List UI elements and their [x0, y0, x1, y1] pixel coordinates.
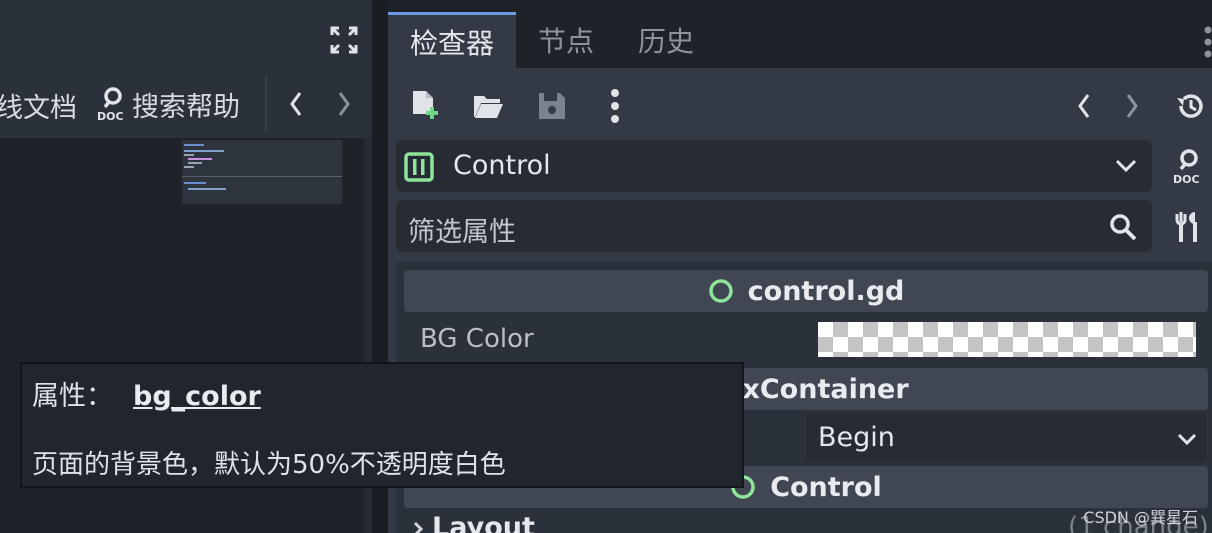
- folder-open-icon: [474, 96, 503, 118]
- svg-text:DOC: DOC: [1173, 173, 1200, 186]
- node-type-value: Control: [453, 150, 551, 181]
- script-circle-icon: [708, 279, 733, 303]
- tab-inspector[interactable]: 检查器: [388, 12, 516, 68]
- tools-icon: [1175, 212, 1197, 242]
- section-title: Control: [770, 471, 882, 503]
- history-back-button[interactable]: [280, 86, 312, 122]
- svg-text:DOC: DOC: [97, 110, 124, 122]
- history-icon: [1177, 94, 1203, 118]
- tooltip-description: 页面的背景色，默认为50%不透明度白色: [32, 450, 506, 480]
- section-title: control.gd: [747, 275, 905, 307]
- code-minimap[interactable]: [182, 140, 342, 204]
- chevron-right-icon: [413, 521, 424, 533]
- recent-history-button[interactable]: [1170, 86, 1208, 126]
- tooltip-prefix: 属性：: [32, 381, 113, 412]
- filter-placeholder: 筛选属性: [408, 217, 516, 248]
- doc-search-icon: DOC: [1173, 149, 1200, 186]
- node-type-select[interactable]: Control: [396, 140, 1152, 192]
- distraction-free-toggle[interactable]: [326, 22, 362, 58]
- inspector-back-button[interactable]: [1068, 86, 1100, 126]
- bg-color-picker[interactable]: [818, 322, 1196, 357]
- expand-icon: [330, 26, 358, 54]
- tab-node-label: 节点: [537, 25, 594, 58]
- online-docs-button[interactable]: 线文档: [0, 86, 77, 125]
- search-help-button[interactable]: DOC 搜索帮助: [96, 84, 240, 124]
- search-help-label: 搜索帮助: [132, 91, 240, 123]
- inspector-tools-button[interactable]: [1168, 206, 1208, 248]
- chevron-right-icon: [338, 92, 350, 116]
- chevron-down-icon: [1177, 433, 1197, 446]
- tab-node[interactable]: 节点: [516, 12, 616, 68]
- alignment-select[interactable]: Begin: [806, 414, 1206, 462]
- tooltip-property-name: bg_color: [133, 381, 261, 412]
- open-docs-button[interactable]: DOC: [1168, 146, 1208, 188]
- tab-history-label: 历史: [637, 25, 694, 58]
- open-resource-button[interactable]: [470, 86, 506, 126]
- doc-search-icon: DOC: [97, 87, 124, 122]
- new-file-icon: [413, 91, 438, 119]
- tab-history[interactable]: 历史: [616, 12, 716, 68]
- chevron-right-icon: [1126, 94, 1138, 118]
- online-docs-label: 线文档: [0, 93, 77, 124]
- alignment-value: Begin: [818, 422, 895, 453]
- prop-label-bg-color: BG Color: [420, 324, 534, 354]
- search-icon: [1110, 214, 1137, 241]
- filter-properties-input[interactable]: 筛选属性: [396, 200, 1152, 252]
- inspector-forward-button[interactable]: [1116, 86, 1148, 126]
- chevron-down-icon: [1115, 159, 1137, 173]
- save-resource-button[interactable]: [534, 86, 570, 126]
- chevron-left-icon: [1078, 94, 1090, 118]
- tab-inspector-label: 检查器: [409, 26, 494, 60]
- chevron-left-icon: [290, 92, 302, 116]
- history-forward-button[interactable]: [328, 86, 360, 122]
- section-script-control-gd[interactable]: control.gd: [404, 270, 1208, 312]
- new-resource-button[interactable]: [406, 86, 442, 126]
- dots-vertical-icon: [1204, 26, 1212, 58]
- control-node-icon: [404, 152, 434, 182]
- toolbar-separator: [265, 76, 267, 130]
- tooltip-heading: 属性： bg_color: [32, 374, 261, 413]
- layout-group-label: Layout: [432, 512, 535, 533]
- dots-vertical-icon: [611, 89, 619, 123]
- save-icon: [539, 93, 565, 119]
- watermark: CSDN @巽星石: [1083, 508, 1198, 527]
- resource-menu-button[interactable]: [600, 86, 630, 126]
- script-editor-header: [0, 0, 372, 68]
- dock-menu-button[interactable]: [1200, 24, 1212, 60]
